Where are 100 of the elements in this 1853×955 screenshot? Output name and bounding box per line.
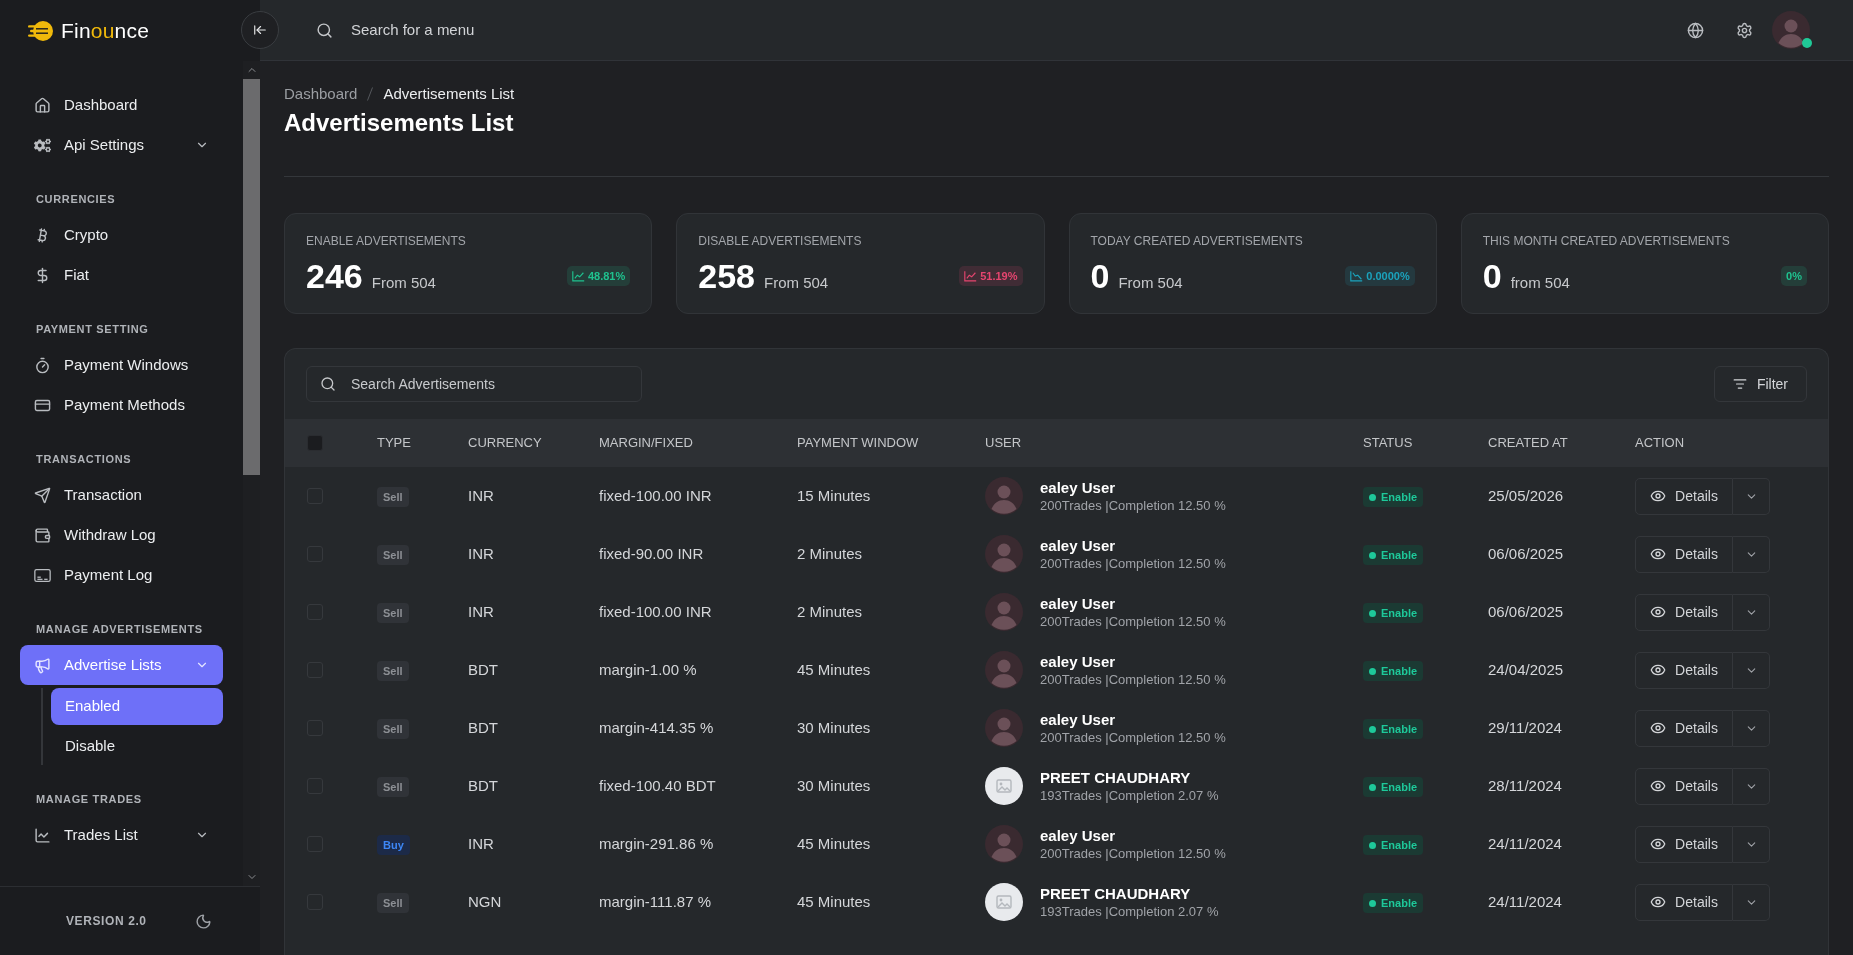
- globe-icon[interactable]: [1687, 21, 1704, 39]
- details-button[interactable]: Details: [1635, 767, 1733, 805]
- sidebar-item[interactable]: Fiat: [20, 255, 223, 295]
- details-button[interactable]: Details: [1635, 883, 1733, 921]
- stat-value: 0: [1090, 257, 1110, 295]
- version-label: VERSION 2.0: [66, 913, 147, 930]
- submenu-item[interactable]: Enabled: [51, 688, 223, 725]
- payment-window-text: 45 Minutes: [797, 659, 872, 680]
- user-name: ealey User: [1040, 709, 1117, 729]
- user-name: ealey User: [1040, 593, 1117, 613]
- submenu-item[interactable]: Disable: [51, 728, 223, 765]
- eye-icon: [1650, 488, 1667, 504]
- type-tag: Sell: [377, 893, 409, 913]
- type-tag: Sell: [377, 719, 409, 739]
- details-button[interactable]: Details: [1635, 709, 1733, 747]
- search-icon: [320, 376, 336, 392]
- status-label: Enable: [1381, 722, 1418, 737]
- change-value: 51.19%: [980, 268, 1018, 284]
- stat-total: From 504: [371, 273, 436, 293]
- breadcrumb-link[interactable]: Dashboard: [284, 82, 358, 106]
- eye-icon: [1650, 778, 1667, 794]
- details-button[interactable]: Details: [1635, 535, 1733, 573]
- margin-text: margin-1.00 %: [599, 659, 698, 680]
- user-avatar: [985, 535, 1023, 573]
- user-trade-stats: 200Trades |Completion 12.50 %: [1040, 728, 1226, 747]
- column-header: STATUS: [1363, 434, 1414, 453]
- sidebar-item[interactable]: Payment Methods: [20, 385, 223, 425]
- breadcrumb-separator-icon: [367, 87, 374, 101]
- collapse-arrow-icon: [253, 23, 267, 37]
- sidebar-item[interactable]: Crypto: [20, 215, 223, 255]
- dropdown-toggle[interactable]: [1733, 593, 1770, 631]
- status-label: Enable: [1381, 780, 1418, 795]
- details-button[interactable]: Details: [1635, 477, 1733, 515]
- details-button[interactable]: Details: [1635, 593, 1733, 631]
- change-value: 48.81%: [587, 268, 626, 284]
- dropdown-toggle[interactable]: [1733, 709, 1770, 747]
- moon-icon[interactable]: [194, 912, 212, 930]
- ads-search-field[interactable]: Search Advertisements: [306, 366, 642, 402]
- stat-total: from 504: [1510, 273, 1570, 293]
- breadcrumb-current: Advertisements List: [383, 83, 515, 104]
- created-date: 24/11/2024: [1488, 891, 1563, 912]
- image-placeholder-icon: [985, 767, 1023, 805]
- stat-label: DISABLE ADVERTISEMENTS: [698, 233, 863, 249]
- user-trade-stats: 200Trades |Completion 12.50 %: [1040, 496, 1226, 515]
- section-heading: CURRENCIES: [36, 192, 117, 207]
- user-avatar: [985, 477, 1023, 515]
- type-tag: Sell: [377, 777, 409, 797]
- details-button[interactable]: Details: [1635, 825, 1733, 863]
- dropdown-toggle[interactable]: [1733, 825, 1770, 863]
- image-placeholder-icon: [985, 883, 1023, 921]
- user-avatar: [985, 825, 1023, 863]
- created-date: 24/11/2024: [1488, 833, 1563, 854]
- sidebar-item[interactable]: Dashboard: [20, 85, 223, 125]
- dropdown-toggle[interactable]: [1733, 767, 1770, 805]
- menu-search-field[interactable]: Search for a menu: [351, 18, 611, 42]
- filter-icon: [1732, 377, 1747, 391]
- dropdown-toggle[interactable]: [1733, 883, 1770, 921]
- margin-text: fixed-100.00 INR: [599, 485, 713, 506]
- filter-button[interactable]: Filter: [1713, 366, 1807, 402]
- currency-text: INR: [468, 833, 495, 854]
- stat-value: 246: [306, 257, 363, 295]
- dropdown-toggle[interactable]: [1733, 477, 1770, 515]
- sidebar-item[interactable]: Payment Windows: [20, 345, 223, 385]
- user-name: ealey User: [1040, 825, 1117, 845]
- section-heading: TRANSACTIONS: [36, 452, 133, 467]
- sidebar-item[interactable]: Withdraw Log: [20, 515, 223, 555]
- sidebar-item[interactable]: Transaction: [20, 475, 223, 515]
- scrollbar-thumb[interactable]: [243, 79, 260, 475]
- settings-icon[interactable]: [1736, 21, 1753, 39]
- payment-window-text: 45 Minutes: [797, 833, 872, 854]
- margin-text: margin-414.35 %: [599, 717, 715, 738]
- created-date: 06/06/2025: [1488, 543, 1565, 564]
- margin-text: fixed-100.40 BDT: [599, 775, 717, 796]
- change-value: 0.0000%: [1366, 268, 1410, 284]
- payment-window-text: 15 Minutes: [797, 485, 872, 506]
- user-trade-stats: 193Trades |Completion 2.07 %: [1040, 902, 1219, 921]
- margin-text: fixed-90.00 INR: [599, 543, 705, 564]
- created-date: 29/11/2024: [1488, 717, 1563, 738]
- details-button[interactable]: Details: [1635, 651, 1733, 689]
- column-header: MARGIN/FIXED: [599, 434, 694, 453]
- profile-avatar[interactable]: [1772, 11, 1810, 49]
- user-name: PREET CHAUDHARY: [1040, 767, 1192, 787]
- sidebar-item[interactable]: Api Settings: [20, 125, 223, 165]
- sidebar-item[interactable]: Advertise Lists: [20, 645, 223, 685]
- line-chart-icon: [34, 826, 51, 844]
- status-label: Enable: [1381, 490, 1418, 505]
- currency-text: BDT: [468, 717, 499, 738]
- sidebar-item[interactable]: Payment Log: [20, 555, 223, 595]
- user-trade-stats: 193Trades |Completion 2.07 %: [1040, 786, 1219, 805]
- dropdown-toggle[interactable]: [1733, 535, 1770, 573]
- eye-icon: [1650, 836, 1667, 852]
- status-label: Enable: [1381, 896, 1418, 911]
- stopwatch-icon: [34, 356, 51, 374]
- sidebar-item[interactable]: Trades List: [20, 815, 223, 855]
- payment-window-text: 2 Minutes: [797, 601, 864, 622]
- logo-text: Finounce: [61, 17, 150, 44]
- dropdown-toggle[interactable]: [1733, 651, 1770, 689]
- currency-text: NGN: [468, 891, 503, 912]
- user-trade-stats: 200Trades |Completion 12.50 %: [1040, 612, 1226, 631]
- column-header: CREATED AT: [1488, 434, 1569, 453]
